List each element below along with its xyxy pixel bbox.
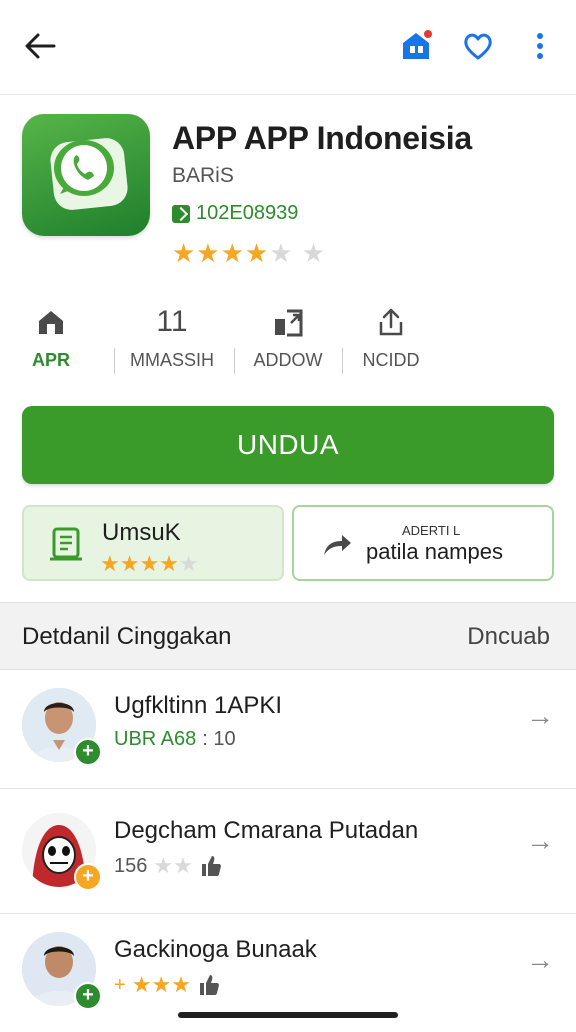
- section-link[interactable]: Dncuab: [467, 623, 550, 651]
- list-item-meta: + ★★★: [114, 972, 221, 998]
- heart-icon: [464, 33, 492, 60]
- thumbs-up-icon: [199, 975, 219, 995]
- divider: [342, 348, 343, 374]
- share-card-caption: ADERTI L: [402, 523, 461, 538]
- install-button[interactable]: UNDUA: [22, 406, 554, 484]
- share-arrow-icon: [324, 535, 351, 555]
- stat-label: NCIDD: [362, 350, 420, 370]
- stat-value: 11: [156, 305, 188, 338]
- list-item-count: 156: [114, 854, 148, 877]
- rating-card-title: UmsuK: [102, 519, 181, 546]
- list-item-meta: UBR A68 : 10: [114, 728, 236, 751]
- wishlist-button[interactable]: [458, 26, 498, 66]
- section-header: Detdanil Cinggakan Dncuab: [0, 602, 576, 670]
- rating-card-stars: ★★★★★: [100, 551, 199, 576]
- arrow-right-icon: →: [526, 944, 554, 975]
- notification-dot: [424, 30, 432, 38]
- list-item-prefix: +: [114, 973, 126, 996]
- back-arrow-icon: [25, 33, 56, 59]
- home-indicator[interactable]: [178, 1012, 398, 1018]
- stat-label: APR: [31, 350, 70, 370]
- back-button[interactable]: [20, 26, 60, 66]
- arrow-right-icon: →: [526, 825, 554, 856]
- list-item-meta: 156 ★★: [114, 853, 223, 879]
- stat-addow[interactable]: ADDOW: [248, 300, 328, 380]
- list-item-name: Degcham Cmarana Putadan: [114, 817, 419, 844]
- more-vertical-icon: [537, 33, 543, 59]
- stat-label: ADDOW: [253, 350, 323, 370]
- stat-apr[interactable]: APR: [22, 300, 80, 380]
- list-item-tag: UBR A68: [114, 728, 197, 750]
- section-title: Detdanil Cinggakan: [22, 623, 232, 650]
- app-title: APP APP Indoneisia: [172, 120, 472, 156]
- chat-bubble-icon: [50, 138, 128, 210]
- rating-stars: ★★★: [131, 972, 191, 997]
- app-id-row: 102E08939: [172, 202, 298, 225]
- list-item[interactable]: + Ugfkltinn 1APKI UBR A68 : 10 →: [0, 670, 576, 789]
- list-item-name: Gackinoga Bunaak: [114, 936, 317, 963]
- thumbs-up-icon: [201, 856, 221, 876]
- stat-label: MMASSIH: [129, 350, 214, 370]
- document-icon: [50, 527, 82, 561]
- stat-ncidd[interactable]: NCIDD: [356, 300, 426, 380]
- developer-name[interactable]: BARiS: [172, 164, 234, 188]
- share-card[interactable]: ADERTI L patila nampes: [292, 505, 554, 581]
- upload-icon: [379, 308, 403, 336]
- list-item-name: Ugfkltinn 1APKI: [114, 692, 283, 719]
- home-icon: [39, 311, 63, 334]
- share-box-icon: [275, 309, 303, 337]
- add-badge-icon: +: [74, 863, 102, 891]
- list-item-count: : 10: [202, 728, 236, 750]
- divider: [234, 348, 235, 374]
- app-rating-stars: ★★★★★ ★: [172, 238, 327, 268]
- add-badge-icon: +: [74, 982, 102, 1010]
- stat-mmassih[interactable]: 11 MMASSIH: [122, 300, 222, 380]
- stats-row: APR 11 MMASSIH ADDOW NCIDD: [0, 300, 576, 380]
- more-menu-button[interactable]: [520, 26, 560, 66]
- top-bar: [0, 0, 576, 95]
- app-icon: [22, 114, 150, 236]
- verified-icon: [172, 204, 190, 223]
- share-card-title: patila nampes: [366, 539, 503, 564]
- app-id-text: 102E08939: [196, 202, 299, 224]
- list-item[interactable]: + Degcham Cmarana Putadan 156 ★★ →: [0, 795, 576, 914]
- app-header: APP APP Indoneisia BARiS 102E08939 ★★★★★…: [22, 114, 562, 274]
- rating-card[interactable]: UmsuK ★★★★★: [22, 505, 284, 581]
- rating-stars: ★★: [153, 853, 193, 878]
- store-button[interactable]: [396, 26, 436, 66]
- add-badge-icon: +: [74, 738, 102, 766]
- divider: [114, 348, 115, 374]
- arrow-right-icon: →: [526, 700, 554, 731]
